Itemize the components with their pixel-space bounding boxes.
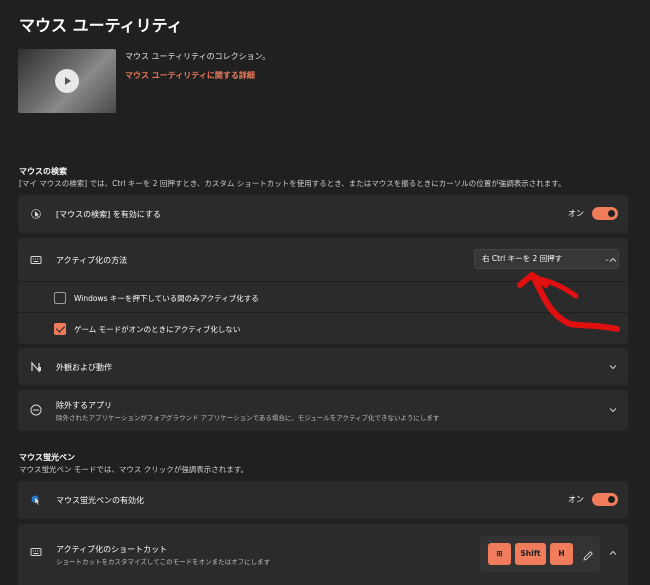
keyboard-icon — [30, 546, 42, 558]
activation-method-value: 右 Ctrl キーを 2 回押す — [482, 254, 563, 263]
shift-key: Shift — [515, 543, 546, 565]
activation-method-select[interactable]: 右 Ctrl キーを 2 回押す ⌄ — [474, 249, 619, 269]
page-title: マウス ユーティリティ — [19, 16, 183, 35]
highlighter-section-title: マウス蛍光ペン — [19, 453, 75, 462]
chevron-down-icon[interactable] — [608, 362, 618, 372]
activation-method-label: アクティブ化の方法 — [56, 256, 128, 265]
find-mouse-section-title: マウスの検索 — [19, 167, 67, 176]
game-mode-checkbox[interactable] — [54, 323, 66, 335]
windows-key-option-label: Windows キーを押下している間のみアクティブ化する — [74, 294, 259, 303]
shortcut-label: アクティブ化のショートカット — [56, 545, 168, 554]
highlighter-section-description: マウス蛍光ペン モードでは、マウス クリックが強調表示されます。 — [19, 465, 249, 474]
excluded-apps-description: 除外されたアプリケーションがフォアグラウンド アプリケーションである場合に、モジ… — [56, 414, 440, 422]
highlighter-toggle-state: オン — [568, 495, 584, 504]
excluded-apps-card[interactable]: 除外するアプリ 除外されたアプリケーションがフォアグラウンド アプリケーションで… — [18, 390, 628, 431]
highlighter-toggle[interactable] — [592, 493, 618, 506]
shortcut-description: ショートカットをカスタマイズしてこのモードをオンまたはオフにします — [56, 558, 271, 566]
game-mode-option-row: ゲーム モードがオンのときにアクティブ化しない — [18, 312, 628, 344]
pointer-icon — [30, 208, 42, 220]
find-mouse-toggle-state: オン — [568, 209, 584, 218]
highlighter-enable-label: マウス蛍光ペンの有効化 — [56, 496, 144, 505]
appearance-card[interactable]: 外観および動作 — [18, 348, 628, 385]
appearance-icon — [30, 361, 42, 373]
h-key: H — [550, 543, 573, 565]
chevron-up-icon[interactable] — [608, 548, 618, 558]
find-mouse-enable-label: [マウスの検索] を有効にする — [56, 210, 161, 219]
highlighter-shortcut-card[interactable]: アクティブ化のショートカット ショートカットをカスタマイズしてこのモードをオンま… — [18, 524, 628, 585]
find-mouse-toggle[interactable] — [592, 207, 618, 220]
chevron-up-icon[interactable] — [608, 255, 618, 265]
keyboard-icon — [30, 254, 42, 266]
chevron-down-icon[interactable] — [608, 405, 618, 415]
windows-key: ⊞ — [488, 543, 511, 565]
windows-key-option-row: Windows キーを押下している間のみアクティブ化する — [18, 281, 628, 313]
block-icon — [30, 404, 42, 416]
play-icon[interactable] — [55, 69, 79, 93]
appearance-label: 外観および動作 — [56, 363, 112, 372]
highlighter-icon — [30, 494, 42, 506]
excluded-apps-label: 除外するアプリ — [56, 401, 112, 410]
highlighter-enable-card: マウス蛍光ペンの有効化 オン — [18, 481, 628, 519]
intro-description: マウス ユーティリティのコレクション。 — [125, 52, 271, 61]
learn-more-link[interactable]: マウス ユーティリティに関する詳細 — [125, 70, 255, 81]
game-mode-option-label: ゲーム モードがオンのときにアクティブ化しない — [74, 325, 241, 334]
find-mouse-section-description: [マイ マウスの検索] では、Ctrl キーを 2 回押すとき、カスタム ショー… — [19, 179, 566, 188]
intro-video-thumbnail[interactable] — [18, 49, 116, 113]
find-mouse-enable-card: [マウスの検索] を有効にする オン — [18, 195, 628, 233]
activation-method-card[interactable]: アクティブ化の方法 右 Ctrl キーを 2 回押す ⌄ — [18, 238, 628, 282]
pencil-icon[interactable] — [582, 547, 594, 561]
windows-key-checkbox[interactable] — [54, 292, 66, 304]
